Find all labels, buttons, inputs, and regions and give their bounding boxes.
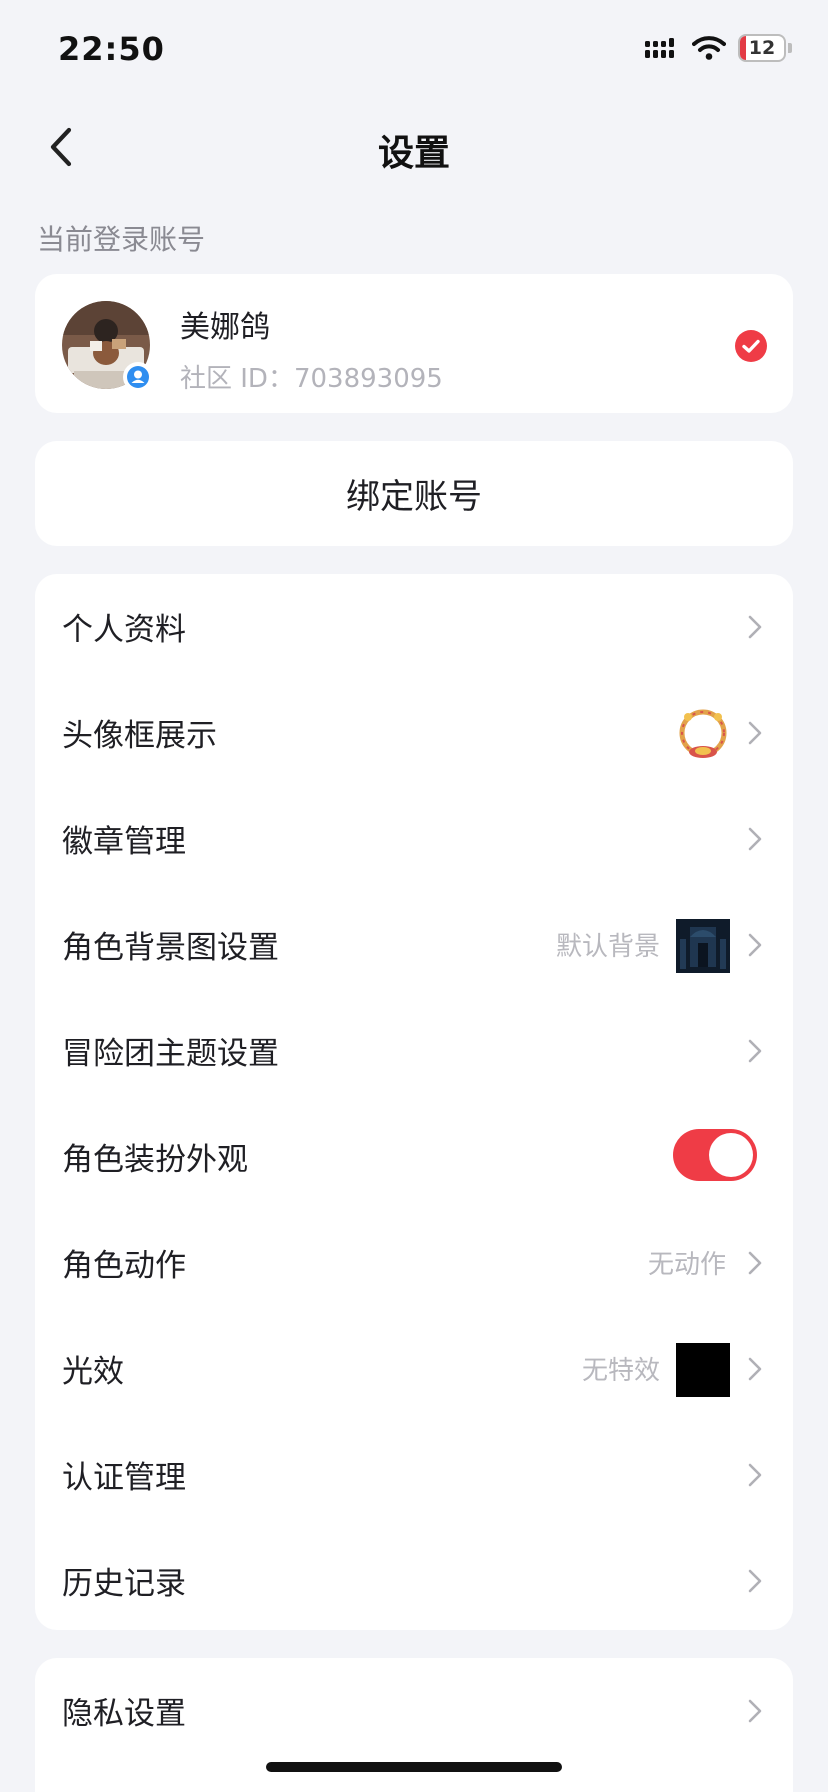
avatar-frame-thumbnail	[679, 709, 727, 758]
battery-level: 12	[748, 37, 776, 59]
list-item-label: 角色动作	[62, 1248, 186, 1284]
home-indicator	[266, 1762, 562, 1772]
list-item-profile[interactable]: 个人资料	[35, 574, 793, 680]
list-item-label: 隐私设置	[62, 1696, 186, 1732]
chevron-right-icon	[748, 933, 762, 957]
chevron-right-icon	[748, 615, 762, 639]
account-card[interactable]: 美娜鸽 社区 ID：703893095	[35, 274, 793, 413]
account-name: 美娜鸽	[180, 310, 270, 345]
list-item-label: 冒险团主题设置	[62, 1036, 279, 1072]
chevron-right-icon	[748, 1699, 762, 1723]
account-id: 社区 ID：703893095	[180, 364, 443, 394]
outfit-appearance-toggle[interactable]	[673, 1129, 757, 1181]
battery-icon: 12	[738, 34, 792, 62]
list-item-history[interactable]: 历史记录	[35, 1528, 793, 1634]
chevron-right-icon	[748, 1463, 762, 1487]
list-item-value: 无动作	[647, 1250, 726, 1280]
check-icon	[735, 330, 767, 362]
list-item-character-action[interactable]: 角色动作 无动作	[35, 1210, 793, 1316]
background-thumbnail	[676, 919, 730, 973]
settings-list: 个人资料 头像框展示 徽章管理 角色背景图设置 默认背景 冒险团主题设置 角色装…	[35, 574, 793, 1630]
wifi-icon	[692, 36, 726, 60]
list-item-value: 默认背景	[555, 932, 660, 962]
bind-account-label: 绑定账号	[346, 477, 482, 517]
list-item-value: 无特效	[581, 1356, 660, 1386]
list-item-privacy[interactable]: 隐私设置	[35, 1658, 793, 1764]
list-item-outfit-appearance: 角色装扮外观	[35, 1104, 793, 1210]
list-item-label: 头像框展示	[62, 718, 217, 754]
list-item-label: 角色背景图设置	[62, 930, 279, 966]
list-item-label: 个人资料	[62, 612, 186, 648]
light-effect-thumbnail	[676, 1343, 730, 1397]
chevron-right-icon	[748, 827, 762, 851]
list-item-guild-theme[interactable]: 冒险团主题设置	[35, 998, 793, 1104]
chevron-right-icon	[748, 1357, 762, 1381]
chevron-right-icon	[748, 1251, 762, 1275]
settings-screen: 22:50 12 设置 当前登录账号 美娜鸽 社区 ID：703893095 绑…	[0, 0, 828, 1792]
page-title: 设置	[377, 133, 450, 174]
list-item-label: 角色装扮外观	[62, 1142, 248, 1178]
bind-account-button[interactable]: 绑定账号	[35, 441, 793, 546]
chevron-right-icon	[748, 721, 762, 745]
list-item-avatar-frame[interactable]: 头像框展示	[35, 680, 793, 786]
avatar-badge	[123, 362, 153, 392]
list-item-label: 历史记录	[62, 1566, 186, 1602]
current-account-label: 当前登录账号	[37, 223, 206, 256]
list-item-badges[interactable]: 徽章管理	[35, 786, 793, 892]
list-item-label: 徽章管理	[62, 824, 186, 860]
list-item-character-background[interactable]: 角色背景图设置 默认背景	[35, 892, 793, 998]
battery-cap	[788, 43, 792, 53]
list-item-verification[interactable]: 认证管理	[35, 1422, 793, 1528]
battery-body: 12	[738, 34, 786, 62]
status-bar: 22:50 12	[0, 0, 828, 96]
list-item-label: 光效	[62, 1354, 124, 1390]
user-badge-icon	[127, 366, 149, 388]
status-time: 22:50	[58, 30, 165, 68]
list-item-light-effect[interactable]: 光效 无特效	[35, 1316, 793, 1422]
status-icons: 12	[644, 34, 792, 62]
chevron-right-icon	[748, 1569, 762, 1593]
signal-icon	[645, 38, 674, 58]
toggle-knob	[709, 1133, 753, 1177]
list-item-label: 认证管理	[62, 1460, 186, 1496]
nav-bar: 设置	[0, 104, 828, 190]
chevron-right-icon	[748, 1039, 762, 1063]
